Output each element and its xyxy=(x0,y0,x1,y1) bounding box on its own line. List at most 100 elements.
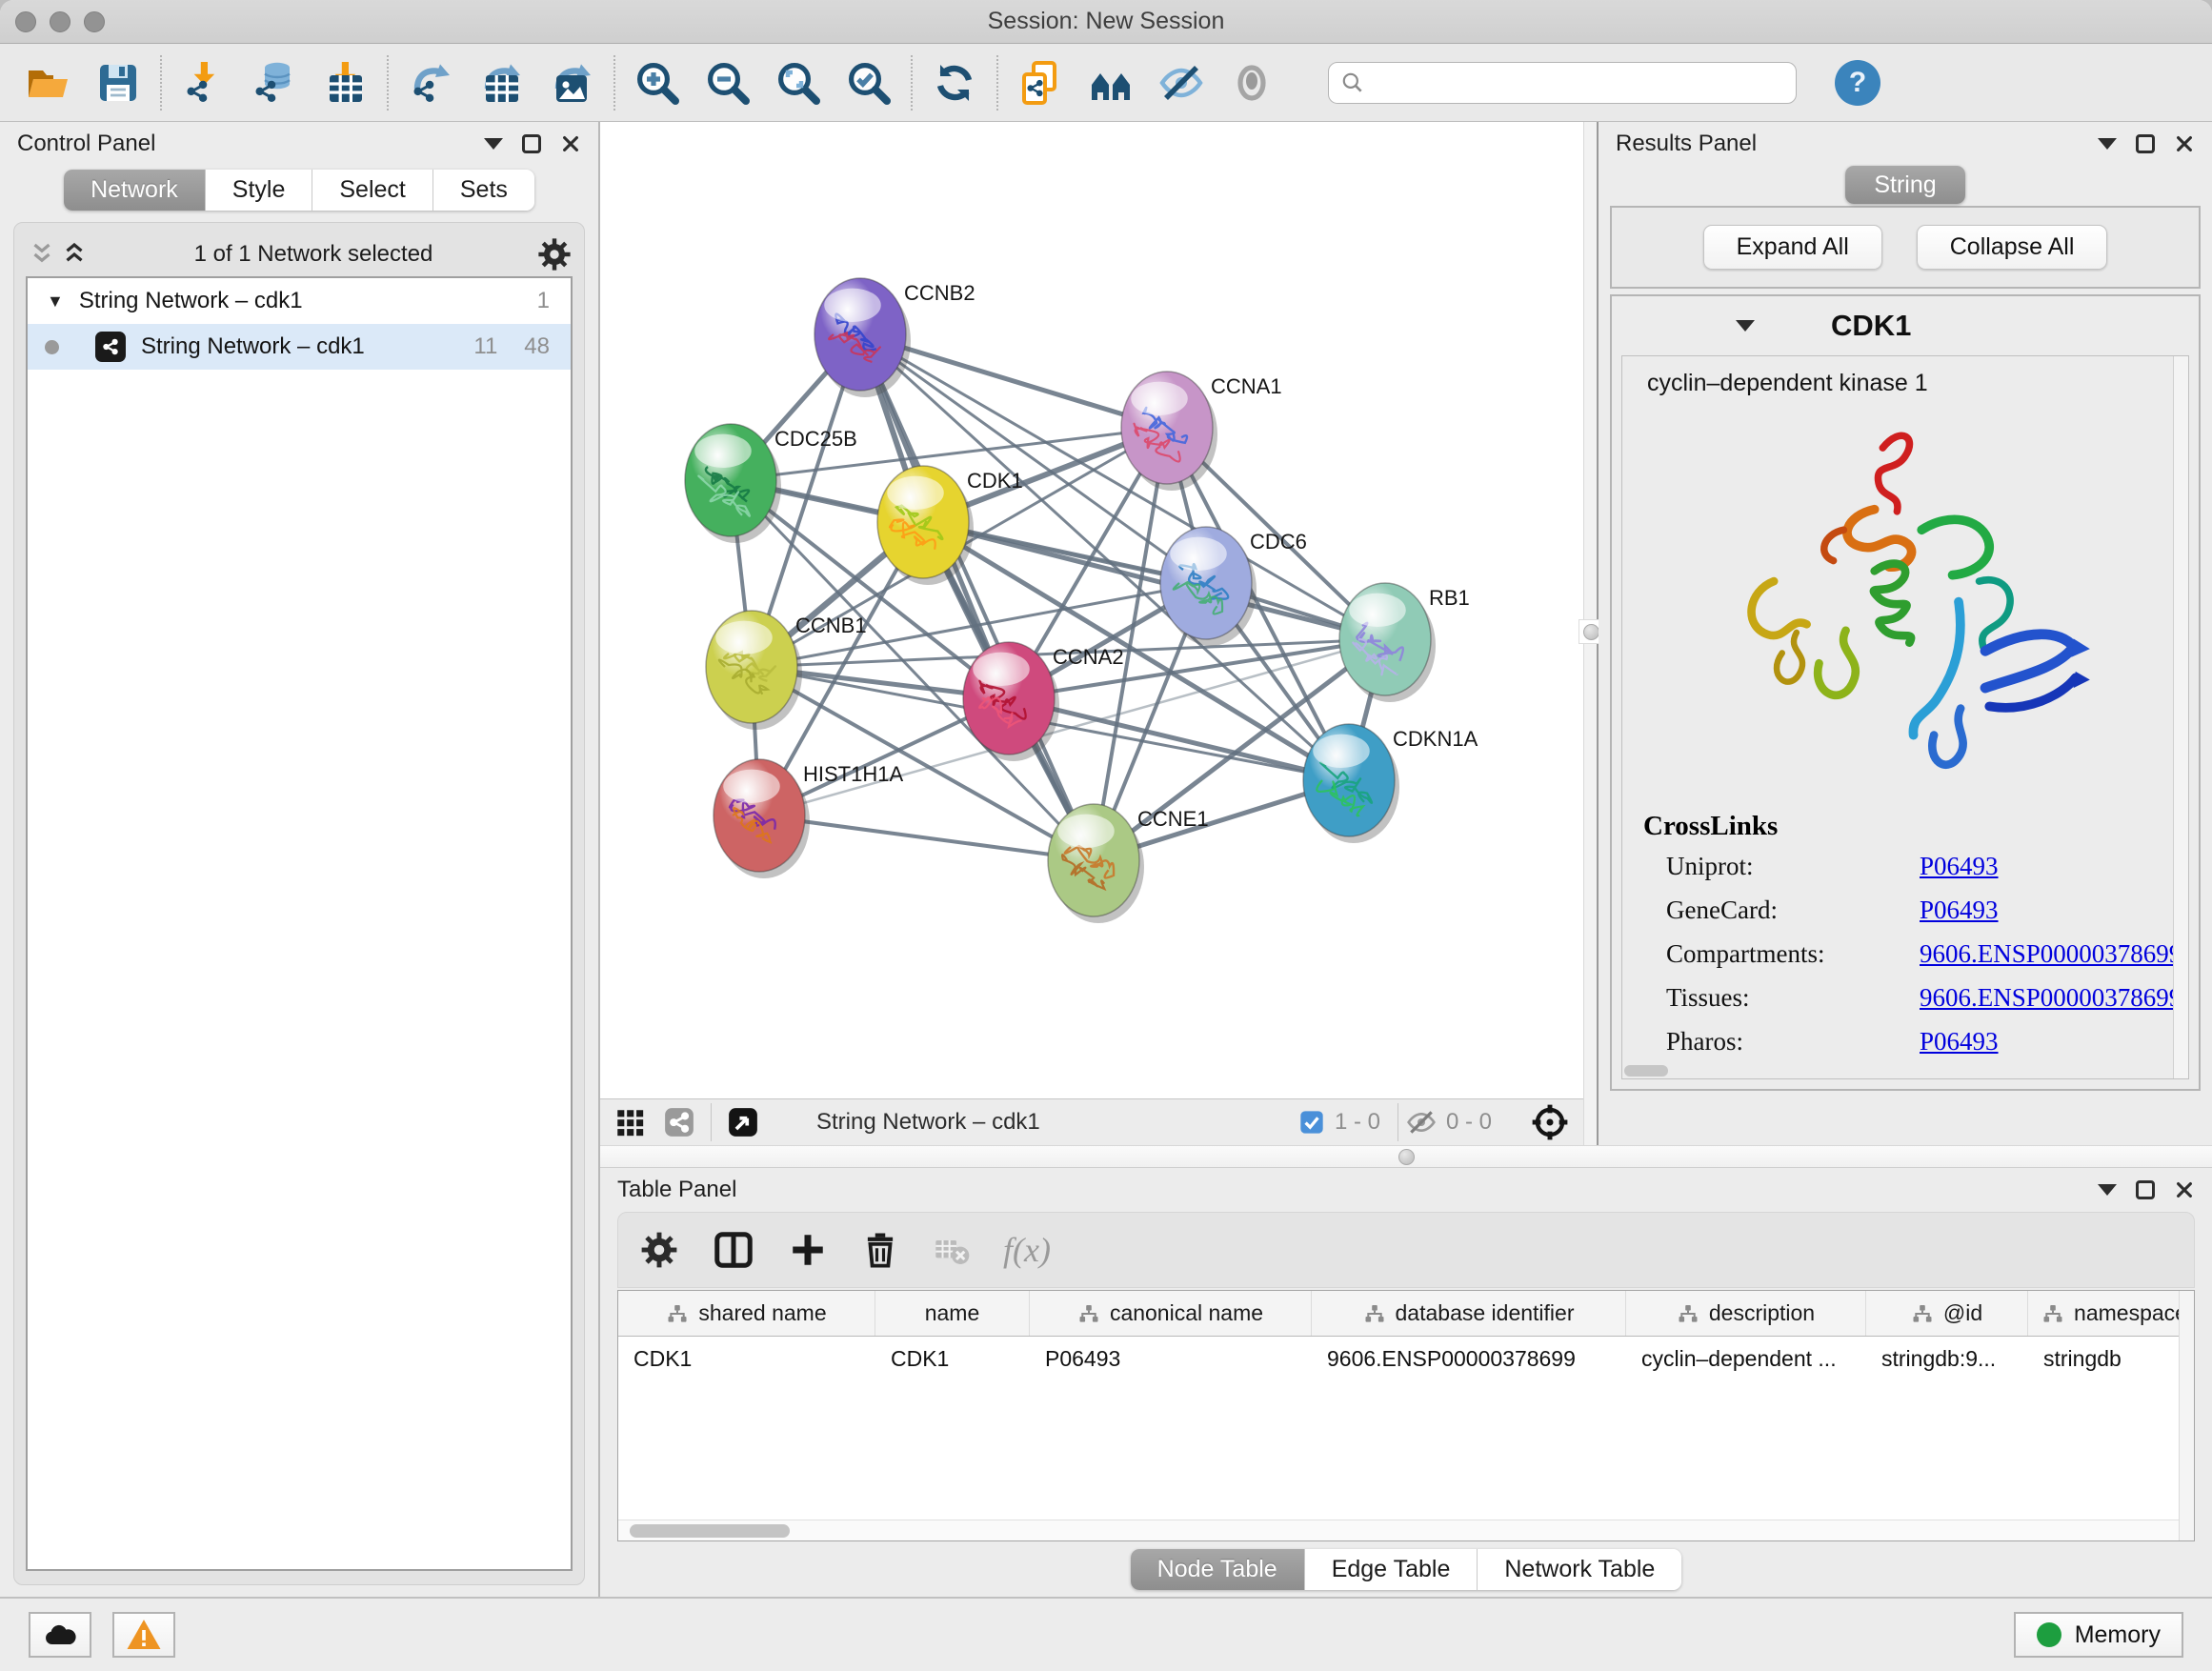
splitter-handle-icon[interactable] xyxy=(1583,624,1599,640)
control-panel-title: Control Panel xyxy=(17,131,155,157)
close-panel-icon[interactable] xyxy=(560,133,581,154)
panel-menu-icon[interactable] xyxy=(2098,1184,2117,1196)
help-button[interactable]: ? xyxy=(1835,60,1880,106)
tab-edge-table[interactable]: Edge Table xyxy=(1304,1549,1478,1590)
zoom-in-icon[interactable] xyxy=(634,60,680,106)
import-database-icon[interactable] xyxy=(251,60,297,106)
horizontal-scrollbar-thumb[interactable] xyxy=(1624,1065,1668,1077)
tab-string[interactable]: String xyxy=(1845,166,1964,204)
fit-content-crosshair-icon[interactable] xyxy=(1530,1102,1570,1142)
network-canvas[interactable]: CCNB2CCNA1CDC25BCDK1CDC6RB1CCNB1CCNA2CDK… xyxy=(600,122,1583,1098)
vertical-splitter[interactable] xyxy=(1583,122,1599,1145)
import-network-icon[interactable] xyxy=(181,60,227,106)
tab-node-table[interactable]: Node Table xyxy=(1131,1549,1304,1590)
cloud-button[interactable] xyxy=(29,1612,91,1658)
birdseye-view-icon[interactable] xyxy=(727,1106,759,1138)
import-table-icon[interactable] xyxy=(322,60,368,106)
table-cell[interactable]: CDK1 xyxy=(875,1337,1030,1382)
tab-network[interactable]: Network xyxy=(64,170,205,211)
memory-button[interactable]: Memory xyxy=(2014,1612,2183,1658)
float-panel-icon[interactable] xyxy=(522,134,541,153)
tab-select[interactable]: Select xyxy=(312,170,432,211)
tab-style[interactable]: Style xyxy=(205,170,312,211)
network-options-gear-icon[interactable] xyxy=(536,236,573,272)
entry-collapse-icon[interactable] xyxy=(1736,320,1755,332)
crosslink-link[interactable]: 9606.ENSP00000378699 xyxy=(1920,983,2182,1013)
delete-column-trash-icon[interactable] xyxy=(860,1230,900,1270)
crosslink-row: Tissues:9606.ENSP00000378699 xyxy=(1643,983,2188,1013)
grid-view-icon[interactable] xyxy=(613,1106,646,1138)
crosslink-link[interactable]: 9606.ENSP00000378699 xyxy=(1920,939,2182,969)
node-CCNE1[interactable]: CCNE1 xyxy=(1048,804,1209,923)
splitter-handle-icon[interactable] xyxy=(1398,1149,1415,1165)
show-columns-icon[interactable] xyxy=(712,1228,755,1272)
crosslink-link[interactable]: P06493 xyxy=(1920,852,1999,881)
table-cell[interactable]: stringdb:9... xyxy=(1866,1337,2028,1382)
crosslink-row: Compartments:9606.ENSP00000378699 xyxy=(1643,939,2188,969)
horizontal-splitter[interactable] xyxy=(600,1145,2212,1168)
zoom-out-icon[interactable] xyxy=(705,60,751,106)
export-table-icon[interactable] xyxy=(478,60,524,106)
node-HIST1H1A[interactable]: HIST1H1A xyxy=(714,759,903,878)
results-scrollbar[interactable] xyxy=(2173,356,2188,1078)
float-panel-icon[interactable] xyxy=(2136,1180,2155,1199)
column-header-namespace[interactable]: namespace xyxy=(2028,1291,2195,1336)
table-cell[interactable]: CDK1 xyxy=(618,1337,875,1382)
column-header-databaseidentifier[interactable]: database identifier xyxy=(1312,1291,1626,1336)
tab-sets[interactable]: Sets xyxy=(432,170,534,211)
table-horizontal-scrollbar[interactable] xyxy=(618,1520,2179,1540)
show-eye-icon[interactable] xyxy=(1229,60,1275,106)
add-column-icon[interactable] xyxy=(788,1230,828,1270)
search-input[interactable] xyxy=(1328,62,1797,104)
column-header-id[interactable]: @id xyxy=(1866,1291,2028,1336)
expand-all-networks-icon[interactable] xyxy=(26,240,58,269)
column-header-sharedname[interactable]: shared name xyxy=(618,1291,875,1336)
zoom-selected-icon[interactable] xyxy=(846,60,892,106)
tab-network-table[interactable]: Network Table xyxy=(1477,1549,1681,1590)
network-collection-row[interactable]: ▼ String Network – cdk1 1 xyxy=(28,278,571,324)
warnings-button[interactable] xyxy=(112,1612,175,1658)
refresh-icon[interactable] xyxy=(932,60,977,106)
column-header-description[interactable]: description xyxy=(1626,1291,1866,1336)
float-panel-icon[interactable] xyxy=(2136,134,2155,153)
panel-menu-icon[interactable] xyxy=(484,138,503,150)
export-image-icon[interactable] xyxy=(549,60,594,106)
close-panel-icon[interactable] xyxy=(2174,1179,2195,1200)
node-RB1[interactable]: RB1 xyxy=(1339,583,1470,702)
search-field[interactable] xyxy=(1373,70,1784,96)
table-cell[interactable]: 9606.ENSP00000378699 xyxy=(1312,1337,1626,1382)
table-cell[interactable]: stringdb xyxy=(2028,1337,2195,1382)
network-edge-count: 48 xyxy=(524,333,550,360)
network-row[interactable]: String Network – cdk1 11 48 xyxy=(28,324,571,370)
node-CDC6[interactable]: CDC6 xyxy=(1160,527,1307,646)
collapse-all-networks-icon[interactable] xyxy=(58,240,90,269)
collapse-all-button[interactable]: Collapse All xyxy=(1917,225,2108,270)
selected-checkbox-icon[interactable] xyxy=(1298,1109,1325,1136)
node-CDKN1A[interactable]: CDKN1A xyxy=(1303,724,1478,843)
hide-eye-slash-icon[interactable] xyxy=(1158,60,1204,106)
export-network-icon[interactable] xyxy=(408,60,453,106)
network-view-mode-icon[interactable] xyxy=(663,1106,695,1138)
table-options-gear-icon[interactable] xyxy=(639,1230,679,1270)
node-CCNA1[interactable]: CCNA1 xyxy=(1121,372,1282,491)
collection-expand-icon[interactable]: ▼ xyxy=(47,292,64,312)
save-session-icon[interactable] xyxy=(95,60,141,106)
node-CCNA2[interactable]: CCNA2 xyxy=(963,642,1124,761)
close-panel-icon[interactable] xyxy=(2174,133,2195,154)
clone-network-icon[interactable] xyxy=(1017,60,1063,106)
expand-all-button[interactable]: Expand All xyxy=(1703,225,1882,270)
node-CCNB2[interactable]: CCNB2 xyxy=(814,278,975,397)
panel-menu-icon[interactable] xyxy=(2098,138,2117,150)
zoom-fit-icon[interactable] xyxy=(775,60,821,106)
table-cell[interactable]: cyclin–dependent ... xyxy=(1626,1337,1866,1382)
column-header-canonicalname[interactable]: canonical name xyxy=(1030,1291,1312,1336)
table-row[interactable]: CDK1CDK1P064939606.ENSP00000378699cyclin… xyxy=(618,1337,2194,1382)
column-header-name[interactable]: name xyxy=(875,1291,1030,1336)
table-cell[interactable]: P06493 xyxy=(1030,1337,1312,1382)
crosslink-link[interactable]: P06493 xyxy=(1920,896,1999,925)
crosslink-link[interactable]: P06493 xyxy=(1920,1027,1999,1057)
open-session-icon[interactable] xyxy=(25,60,70,106)
node-CDC25B[interactable]: CDC25B xyxy=(685,424,857,543)
table-vertical-scrollbar[interactable] xyxy=(2179,1291,2194,1540)
neighbors-houses-icon[interactable] xyxy=(1088,60,1134,106)
